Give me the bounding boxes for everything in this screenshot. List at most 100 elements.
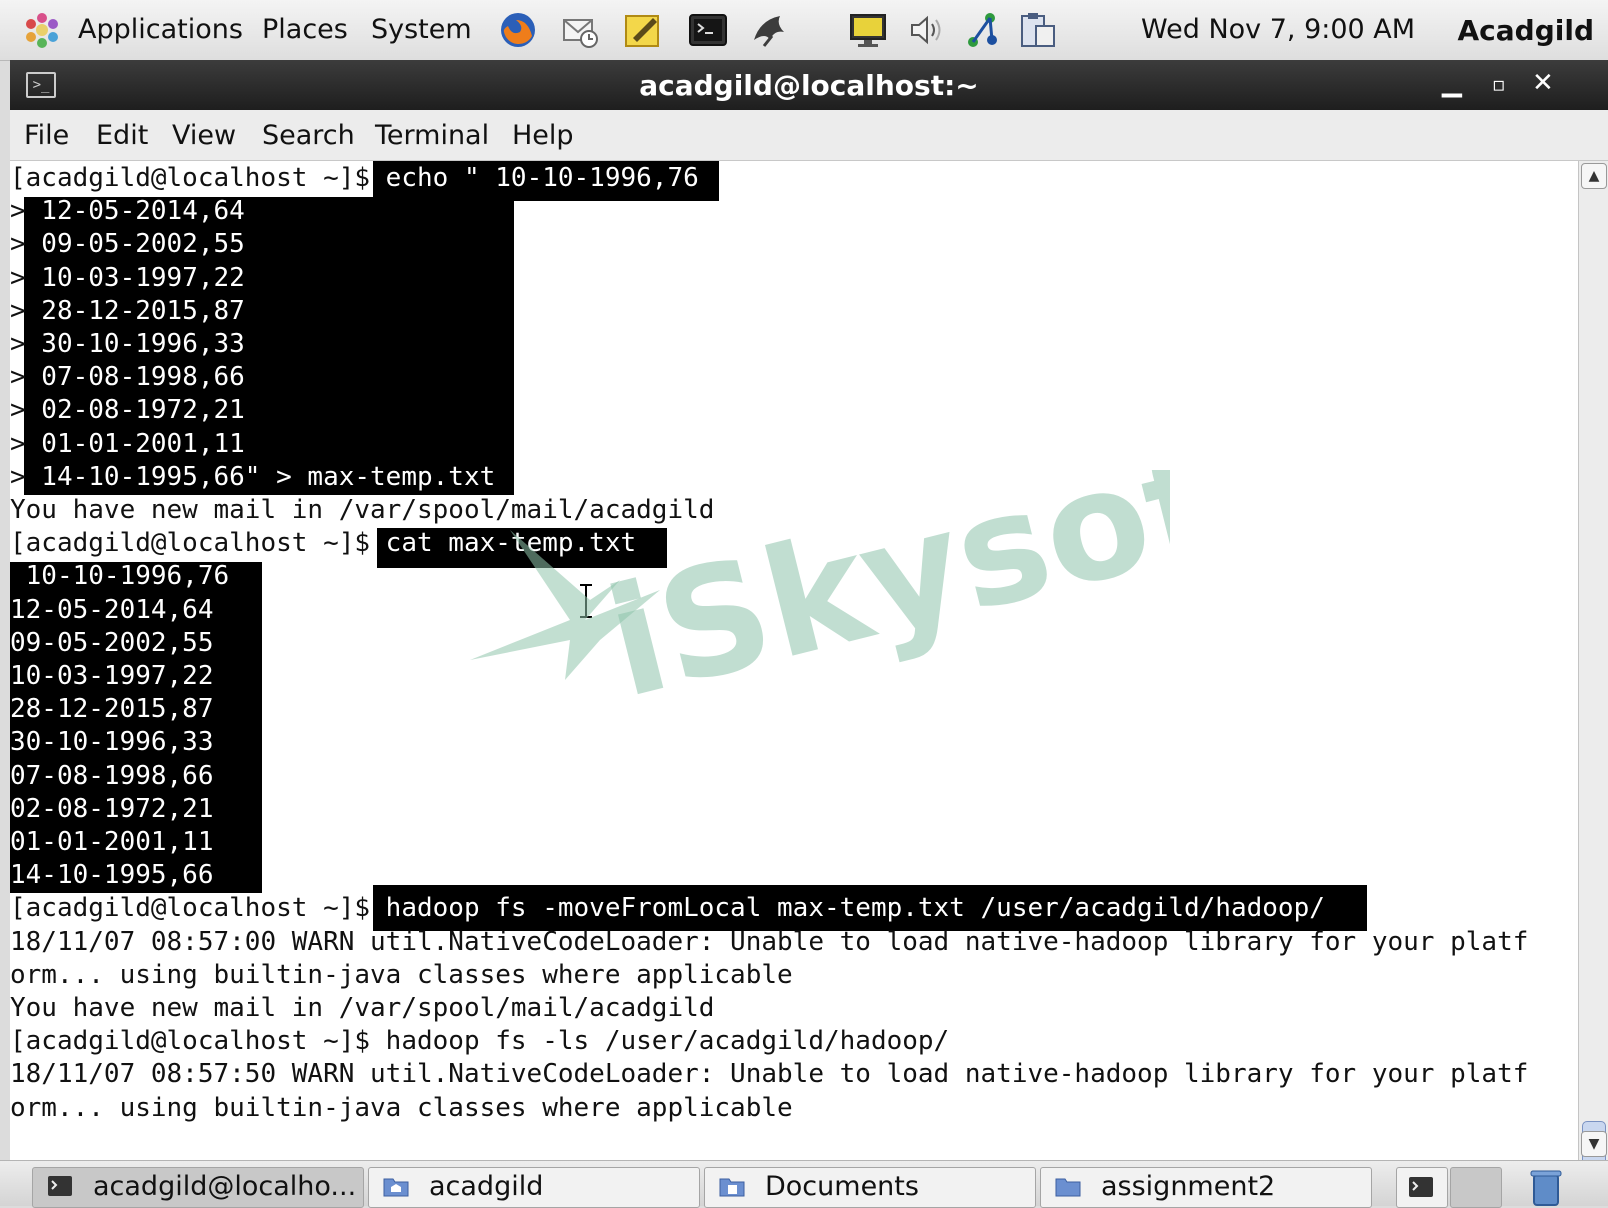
firefox-icon[interactable]	[498, 10, 538, 50]
output-text: 10-03-1997,22	[25, 262, 245, 293]
terminal-line: You have new mail in /var/spool/mail/aca…	[10, 493, 714, 527]
task-acadgild-folder[interactable]: acadgild	[368, 1167, 700, 1208]
close-icon[interactable]: ✕	[1532, 68, 1554, 98]
display-settings-icon[interactable]	[848, 10, 888, 50]
clipboard-device-icon[interactable]	[1018, 10, 1058, 50]
scroll-up-icon[interactable]: ▲	[1581, 163, 1607, 189]
maximize-icon[interactable]: ▫	[1492, 72, 1506, 96]
terminal-line: 02-08-1972,21	[10, 792, 214, 826]
terminal-icon	[48, 1176, 72, 1196]
workspace-switcher-1[interactable]	[1396, 1167, 1448, 1208]
panel-menu-system[interactable]: System	[371, 14, 472, 45]
menu-edit[interactable]: Edit	[96, 120, 148, 151]
volume-icon[interactable]	[906, 10, 946, 50]
menu-search[interactable]: Search	[262, 120, 355, 151]
terminal-line: > 02-08-1972,21	[10, 393, 245, 427]
terminal-line: You have new mail in /var/spool/mail/aca…	[10, 991, 714, 1025]
output-text: orm... using builtin-java classes where …	[10, 959, 793, 990]
terminal-line: 14-10-1995,66	[10, 858, 214, 892]
text-editor-icon[interactable]	[623, 10, 663, 50]
minimize-icon[interactable]: ▁	[1442, 68, 1462, 98]
terminal-line: orm... using builtin-java classes where …	[10, 1091, 793, 1125]
output-text: 02-08-1972,21	[10, 793, 214, 824]
continuation-prompt: >	[10, 329, 26, 359]
terminal-line: > 09-05-2002,55	[10, 227, 245, 261]
panel-menu-places[interactable]: Places	[262, 14, 348, 45]
applications-menu-icon[interactable]	[22, 10, 62, 50]
output-text: 10-10-1996,76	[10, 561, 230, 592]
output-text: 10-03-1997,22	[10, 661, 214, 691]
command-text: hadoop fs -ls /user/acadgild/hadoop/	[370, 1026, 950, 1057]
shell-prompt: [acadgild@localhost ~]$	[10, 1026, 371, 1057]
panel-menu-applications[interactable]: Applications	[78, 14, 243, 45]
mail-clock-icon[interactable]	[560, 10, 600, 50]
menu-file[interactable]: File	[24, 120, 69, 151]
output-text: 28-12-2015,87	[25, 295, 245, 326]
documents-folder-icon	[719, 1178, 745, 1197]
terminal-scrollbar[interactable]: ▲ ▼	[1578, 161, 1608, 1181]
workspace-switcher-2[interactable]	[1450, 1167, 1502, 1208]
output-text: You have new mail in /var/spool/mail/aca…	[10, 495, 715, 525]
terminal-line: 18/11/07 08:57:50 WARN util.NativeCodeLo…	[10, 1057, 1528, 1091]
output-text: 09-05-2002,55	[25, 229, 245, 260]
output-text: 09-05-2002,55	[10, 627, 214, 658]
menu-help[interactable]: Help	[512, 120, 574, 151]
output-text: 07-08-1998,66	[25, 362, 245, 393]
terminal-line: 12-05-2014,64	[10, 593, 214, 627]
output-text: 12-05-2014,64	[25, 196, 245, 227]
output-text: 01-01-2001,11	[10, 827, 214, 857]
terminal-line: 30-10-1996,33	[10, 725, 214, 759]
terminal-line: 18/11/07 08:57:00 WARN util.NativeCodeLo…	[10, 925, 1528, 959]
terminal-line: orm... using builtin-java classes where …	[10, 958, 793, 992]
output-text: 12-05-2014,64	[10, 594, 214, 625]
terminal-line: 01-01-2001,11	[10, 825, 214, 859]
panel-user-name[interactable]: Acadgild	[1458, 14, 1595, 47]
bottom-taskbar: acadgild@localho... acadgild Documents a…	[0, 1160, 1608, 1208]
top-panel: Applications Places System Wed Nov 7, 9:…	[0, 0, 1608, 61]
terminal-line: > 10-03-1997,22	[10, 261, 245, 295]
terminal-line: > 12-05-2014,64	[10, 194, 245, 228]
mysql-dolphin-icon[interactable]	[750, 10, 790, 50]
terminal-output[interactable]: [acadgild@localhost ~]$ echo " 10-10-199…	[10, 161, 1578, 1160]
output-text: You have new mail in /var/spool/mail/aca…	[10, 993, 715, 1023]
home-folder-icon	[383, 1178, 409, 1197]
workspace-terminal-icon	[1409, 1177, 1433, 1197]
terminal-window: >_ acadgild@localhost:~ ▁ ▫ ✕ File Edit …	[10, 60, 1608, 1181]
terminal-line: 10-10-1996,76	[10, 559, 230, 593]
trash-icon[interactable]	[1528, 1167, 1564, 1207]
terminal-line: 09-05-2002,55	[10, 626, 214, 660]
output-text: 14-10-1995,66" > max-temp.txt	[25, 461, 496, 492]
text-cursor-icon	[580, 584, 592, 618]
task-documents-folder[interactable]: Documents	[704, 1167, 1036, 1208]
terminal-line: [acadgild@localhost ~]$ hadoop fs -moveF…	[10, 891, 1325, 925]
scroll-down-icon[interactable]: ▼	[1581, 1131, 1607, 1157]
folder-icon	[1055, 1178, 1081, 1197]
output-text: 30-10-1996,33	[25, 329, 245, 359]
window-menubar: File Edit View Search Terminal Help	[10, 110, 1608, 161]
output-text: orm... using builtin-java classes where …	[10, 1092, 793, 1123]
terminal-line: 07-08-1998,66	[10, 759, 214, 793]
terminal-line: > 30-10-1996,33	[10, 327, 245, 361]
continuation-prompt: >	[10, 461, 26, 492]
window-title: acadgild@localhost:~	[639, 69, 979, 102]
network-icon[interactable]	[964, 10, 1004, 50]
terminal-launcher-icon[interactable]	[688, 10, 728, 50]
task-label: acadgild	[429, 1171, 544, 1202]
panel-clock[interactable]: Wed Nov 7, 9:00 AM	[1141, 14, 1415, 45]
task-assignment2-folder[interactable]: assignment2	[1040, 1167, 1372, 1208]
continuation-prompt: >	[10, 262, 26, 293]
output-text: 30-10-1996,33	[10, 727, 214, 758]
continuation-prompt: >	[10, 229, 26, 260]
command-text: cat max-temp.txt	[370, 528, 637, 559]
menu-terminal[interactable]: Terminal	[375, 120, 489, 151]
terminal-line: [acadgild@localhost ~]$ cat max-temp.txt	[10, 526, 636, 560]
window-titlebar[interactable]: >_ acadgild@localhost:~ ▁ ▫ ✕	[10, 60, 1608, 110]
terminal-line: > 14-10-1995,66" > max-temp.txt	[10, 460, 495, 494]
task-label: acadgild@localho...	[93, 1171, 357, 1202]
task-terminal[interactable]: acadgild@localho...	[32, 1167, 364, 1208]
terminal-line: > 07-08-1998,66	[10, 360, 245, 394]
menu-view[interactable]: View	[172, 120, 236, 151]
task-label: assignment2	[1101, 1171, 1276, 1202]
continuation-prompt: >	[10, 295, 26, 326]
terminal-line: [acadgild@localhost ~]$ echo " 10-10-199…	[10, 161, 699, 195]
